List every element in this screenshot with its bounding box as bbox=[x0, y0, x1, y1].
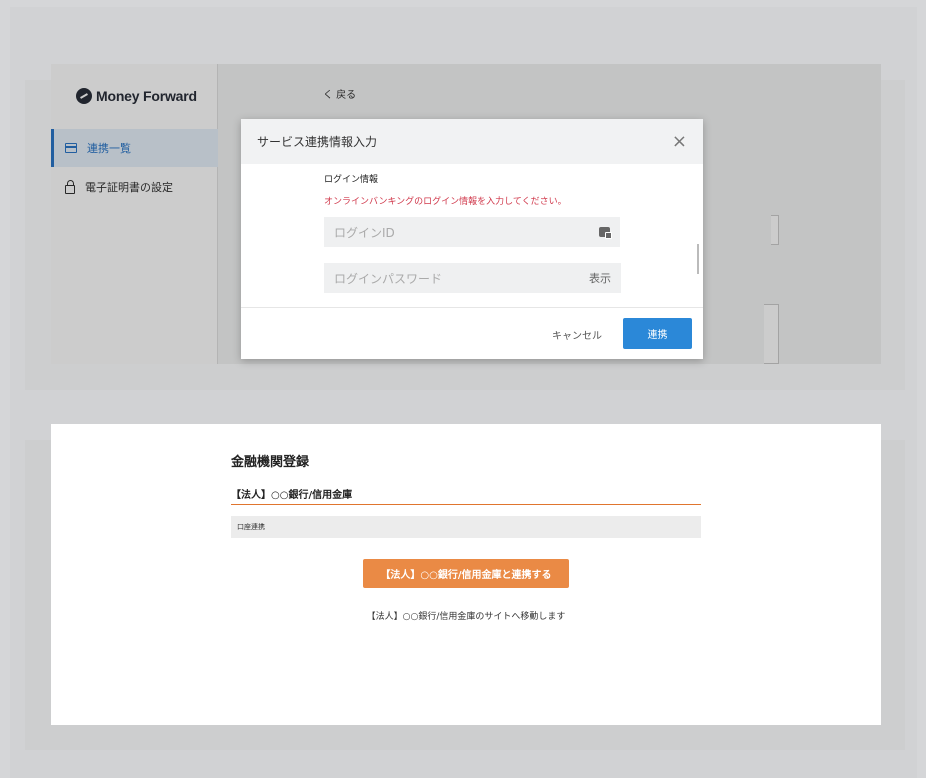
login-instruction: オンラインバンキングのログイン情報を入力してください。 bbox=[324, 197, 567, 207]
modal-header: サービス連携情報入力 × bbox=[241, 119, 703, 164]
password-placeholder: ログインパスワード bbox=[334, 271, 443, 286]
cancel-button[interactable]: キャンセル bbox=[552, 327, 602, 342]
bank-name: 【法人】○○銀行/信用金庫 bbox=[231, 490, 353, 501]
password-input[interactable]: ログインパスワード 表示 bbox=[324, 263, 621, 293]
registration-screenshot: 金融機関登録 【法人】○○銀行/信用金庫 口座連携 【法人】○○銀行/信用金庫と… bbox=[51, 424, 881, 725]
scrollbar-thumb[interactable] bbox=[697, 244, 699, 274]
service-connection-modal: サービス連携情報入力 × ログイン情報 オンラインバンキングのログイン情報を入力… bbox=[241, 119, 703, 359]
login-id-input[interactable]: ログインID bbox=[324, 217, 620, 247]
divider bbox=[231, 504, 701, 505]
account-link-label: 口座連携 bbox=[237, 523, 265, 531]
show-password-button[interactable]: 表示 bbox=[589, 270, 611, 286]
account-link-section: 口座連携 bbox=[231, 516, 701, 538]
login-id-placeholder: ログインID bbox=[334, 225, 395, 240]
modal-body: ログイン情報 オンラインバンキングのログイン情報を入力してください。 ログインI… bbox=[241, 164, 703, 307]
connect-bank-button[interactable]: 【法人】○○銀行/信用金庫と連携する bbox=[363, 559, 569, 588]
connect-button[interactable]: 連携 bbox=[623, 318, 692, 349]
keychain-icon[interactable] bbox=[599, 227, 612, 239]
modal-footer: キャンセル 連携 bbox=[241, 307, 703, 359]
modal-title: サービス連携情報入力 bbox=[257, 135, 378, 149]
redirect-note: 【法人】○○銀行/信用金庫のサイトへ移動します bbox=[366, 612, 566, 622]
close-icon[interactable]: × bbox=[672, 132, 687, 151]
login-section-title: ログイン情報 bbox=[324, 175, 379, 185]
page-title: 金融機関登録 bbox=[231, 455, 310, 470]
